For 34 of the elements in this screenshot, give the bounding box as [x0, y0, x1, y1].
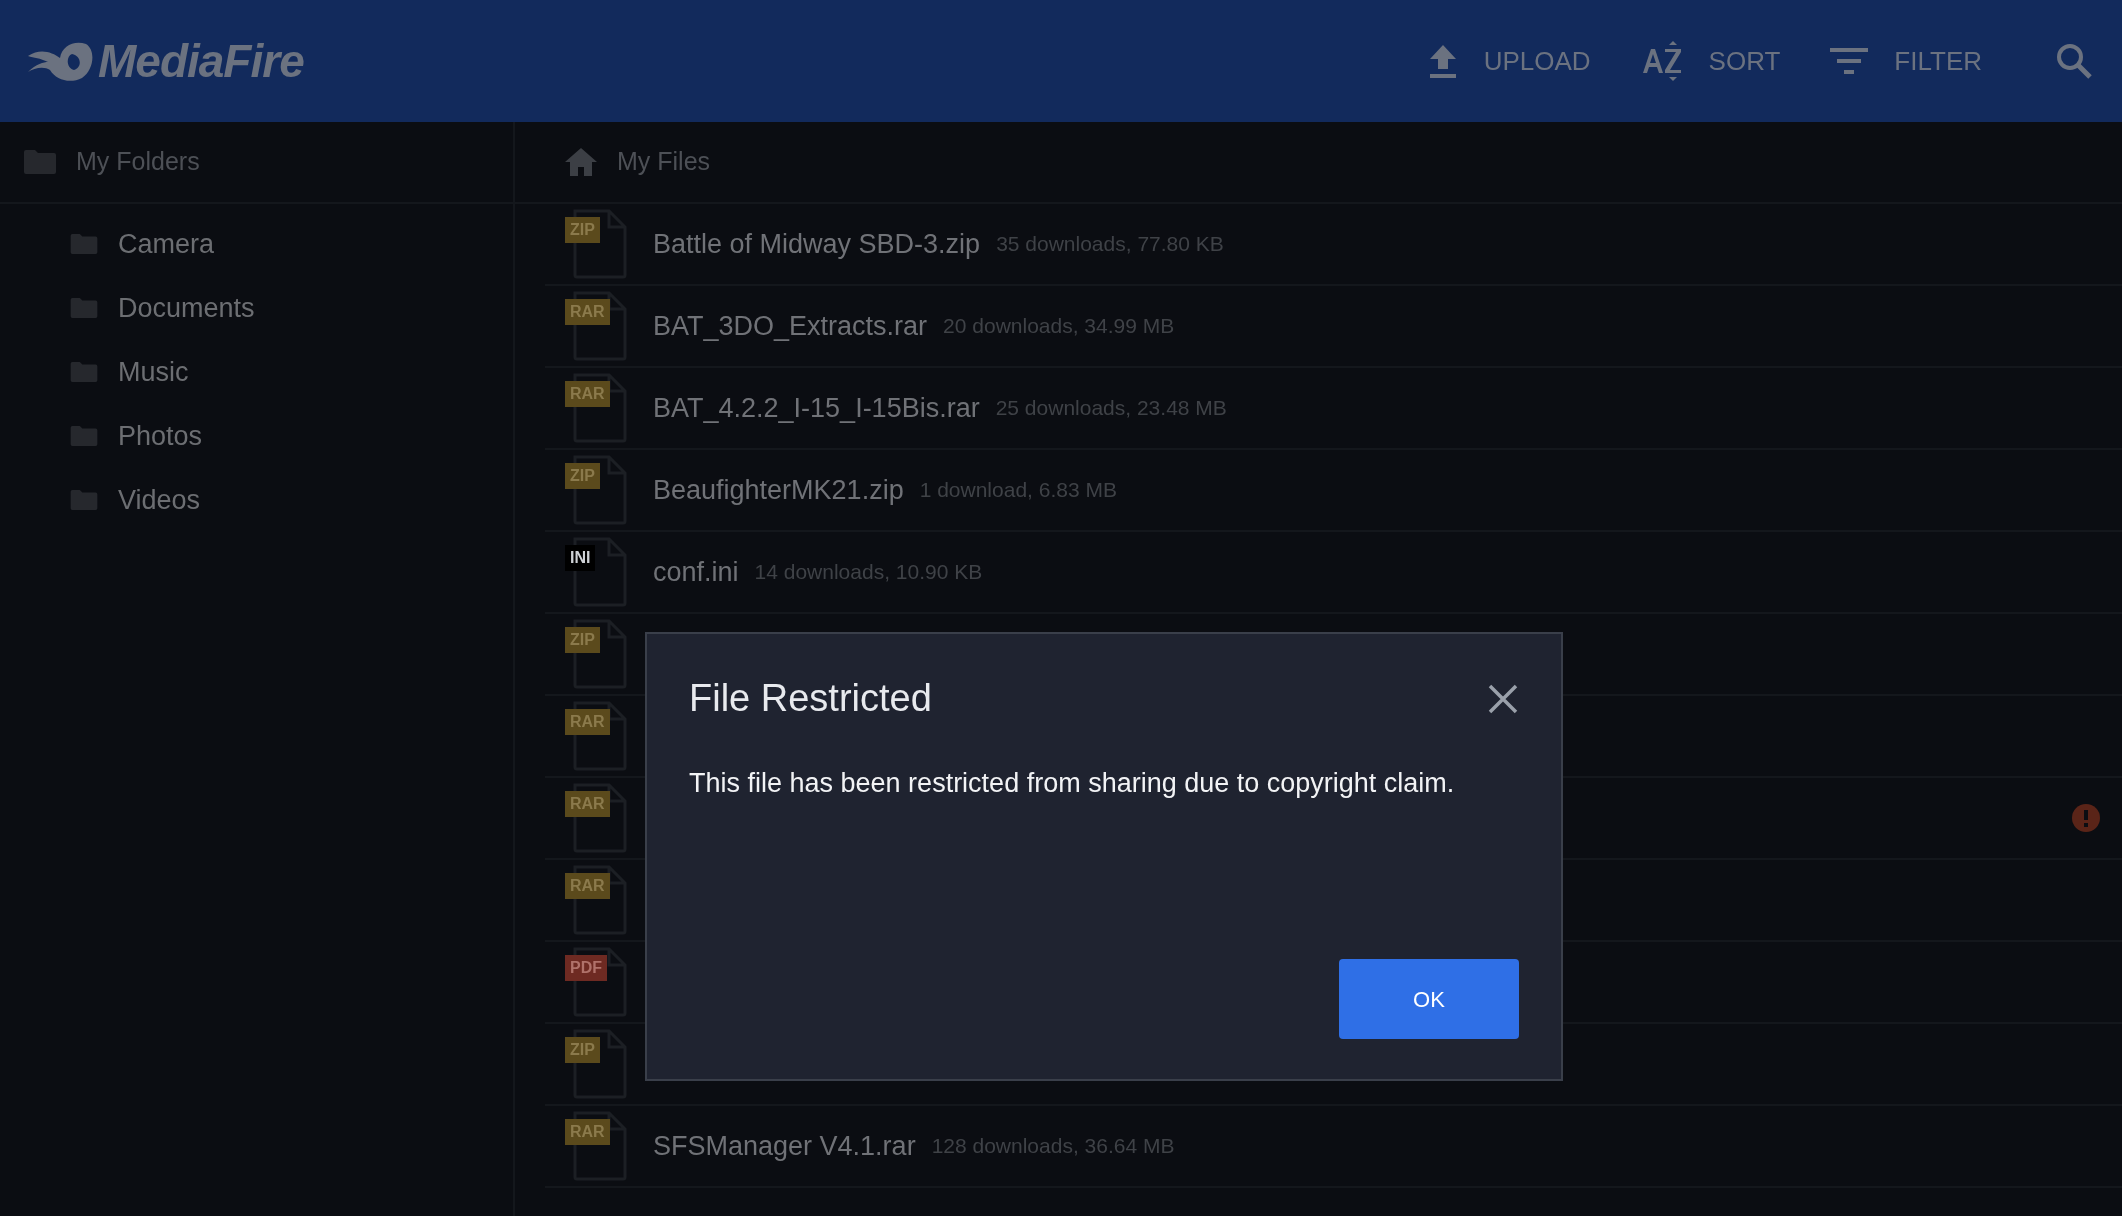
folder-icon [70, 490, 98, 510]
folder-icon [70, 234, 98, 254]
ok-button[interactable]: OK [1339, 959, 1519, 1039]
file-type-badge: INI [565, 545, 596, 571]
upload-icon [1427, 43, 1458, 79]
dialog-title: File Restricted [689, 676, 932, 721]
home-icon [565, 148, 597, 176]
sidebar-item[interactable]: Photos [118, 415, 203, 457]
file-name[interactable]: BeaufighterMK21.zip [653, 469, 904, 511]
sidebar-item[interactable]: Camera [118, 223, 215, 265]
logo-text[interactable]: MediaFire [98, 26, 304, 96]
file-name[interactable]: BAT_4.2.2_I-15_I-15Bis.rar [653, 387, 980, 429]
folder-icon [70, 426, 98, 446]
sidebar-item[interactable]: Documents [118, 287, 255, 329]
search-button[interactable] [2056, 43, 2092, 79]
breadcrumb-link[interactable]: My Files [617, 143, 711, 181]
file-name[interactable]: Battle of Midway SBD-3.zip [653, 223, 981, 265]
upload-button[interactable]: UPLOAD [1483, 41, 1591, 81]
dialog-message: This file has been restricted from sharing due to copyright claim. [689, 767, 1456, 800]
close-button[interactable] [1487, 682, 1519, 715]
filter-button[interactable]: FILTER [1894, 41, 1982, 81]
file-name[interactable]: BAT_3DO_Extracts.rar [653, 305, 928, 347]
sort-button[interactable]: SORT [1708, 41, 1781, 81]
sidebar-item[interactable]: Videos [118, 479, 201, 521]
folder-icon [70, 298, 98, 318]
sidebar-item[interactable]: Music [118, 351, 189, 393]
file-type-badge: PDF [565, 955, 607, 981]
sidebar-title: My Folders [76, 146, 200, 178]
folder-icon [70, 362, 98, 382]
file-name[interactable]: SFSManager V4.1.rar [653, 1125, 916, 1167]
sort-az-icon [1640, 41, 1683, 81]
filter-icon [1830, 46, 1869, 76]
folder-icon [24, 150, 56, 174]
file-name[interactable]: conf.ini [653, 551, 739, 593]
